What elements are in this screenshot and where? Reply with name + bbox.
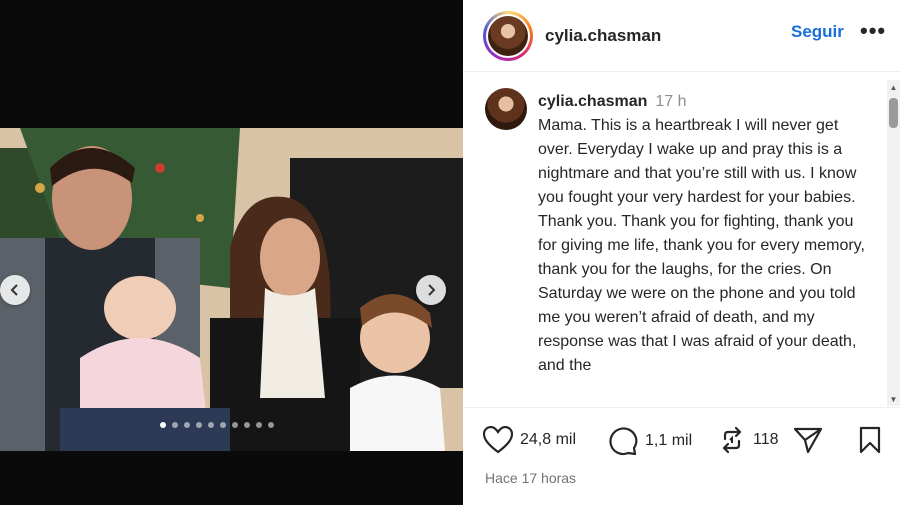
carousel-dot [184,422,190,428]
carousel-dot [244,422,250,428]
like-button[interactable]: 24,8 mil [483,426,576,454]
carousel-indicator [160,422,274,428]
carousel-prev-button[interactable] [0,275,30,305]
reposts-count: 118 [753,431,779,448]
carousel-dot [220,422,226,428]
scroll-up-icon[interactable]: ▲ [887,80,900,94]
carousel-dot [268,422,274,428]
post-photo [0,128,463,451]
carousel-dot [232,422,238,428]
post-header: cylia.chasman Seguir ••• [463,0,900,72]
post-timestamp: Hace 17 horas [485,470,577,486]
carousel-dot [160,422,166,428]
comment-text: Mama. This is a heartbreak I will never … [538,117,865,374]
scroll-thumb[interactable] [889,98,898,128]
carousel-dot [196,422,202,428]
repost-icon [722,426,742,454]
carousel-dot [208,422,214,428]
action-bar: 24,8 mil 1,1 mil 118 Hace 17 horas [463,407,900,505]
carousel-dot [172,422,178,428]
send-icon [793,427,823,454]
profile-avatar[interactable] [483,10,533,61]
save-button[interactable] [858,426,882,454]
likes-count: 24,8 mil [520,431,577,448]
media-pane [0,0,463,505]
header-username[interactable]: cylia.chasman [545,26,661,46]
comment-username[interactable]: cylia.chasman [538,93,647,110]
comments-count: 1,1 mil [645,432,693,449]
comment-icon [609,427,638,456]
caption-comment: cylia.chasman 17 h Mama. This is a heartb… [485,86,883,406]
comment-button[interactable]: 1,1 mil [608,426,692,456]
follow-button[interactable]: Seguir [791,22,844,42]
post-details-panel: cylia.chasman Seguir ••• cylia.chasman 17… [463,0,900,505]
chevron-right-icon [428,284,436,296]
send-button[interactable] [793,426,823,454]
carousel-dot [256,422,262,428]
bookmark-icon [859,426,881,454]
chevron-left-icon [10,284,18,296]
comment-avatar[interactable] [485,88,527,130]
carousel-next-button[interactable] [416,275,446,305]
scroll-down-icon[interactable]: ▼ [887,392,900,406]
heart-icon [483,426,513,454]
comment-time: 17 h [655,93,687,110]
more-options-icon[interactable]: ••• [860,18,886,44]
scrollbar[interactable]: ▲ ▼ [887,80,900,406]
repost-button[interactable]: 118 [718,426,779,454]
